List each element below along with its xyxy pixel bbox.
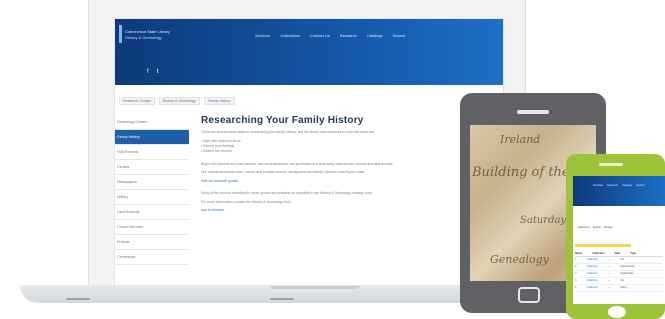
breadcrumb-item: Family History	[203, 97, 235, 105]
sidebar-item[interactable]: Census	[115, 160, 189, 175]
laptop-foot	[66, 298, 90, 300]
brand-logo-bar	[119, 25, 122, 43]
breadcrumb-item[interactable]: History & Genealogy	[158, 97, 200, 105]
social-links: f t	[147, 69, 158, 75]
body-paragraph: For more information, contact the Histor…	[201, 199, 291, 204]
phone-speaker	[599, 163, 623, 166]
breadcrumb: Research Guides History & Genealogy Fami…	[115, 97, 503, 105]
research-guides-link[interactable]: Visit our research guides	[201, 179, 501, 184]
cell-link[interactable]: Collection	[586, 264, 597, 270]
cell-link[interactable]: Collection	[586, 285, 597, 291]
site-header: Connecticut State Library History & Gene…	[115, 19, 503, 85]
cell: —	[607, 265, 611, 268]
phone-tab[interactable]: Browse	[604, 226, 613, 229]
steps-list: • Start with what you know • Record your…	[201, 139, 501, 154]
phone-nav-item[interactable]: Catalogs	[622, 184, 632, 187]
page-title: Researching Your Family History	[201, 115, 364, 126]
phone-tabs: Collections Search Browse	[577, 226, 613, 229]
cell: Manuscripts	[620, 265, 635, 268]
cell: Digital Files	[620, 272, 634, 275]
sidebar-item-active[interactable]: Family History	[115, 130, 189, 145]
table-row[interactable]: 5 Collection — Maps	[575, 285, 663, 292]
table-row[interactable]: 4 Collection — NA	[575, 278, 663, 285]
manuscript-line: Saturday	[520, 215, 567, 226]
column-header: Collection	[592, 252, 605, 255]
cell: Maps	[620, 286, 627, 289]
cell: —	[607, 258, 611, 261]
breadcrumb-item[interactable]: Research Guides	[119, 97, 155, 105]
nav-item-contact[interactable]: Contact Us	[310, 33, 330, 38]
phone-table: Name Collection Date Type 1 Collection —…	[575, 252, 663, 292]
nav-item-collections[interactable]: Collections	[280, 33, 300, 38]
cell: 1	[575, 258, 577, 261]
phone-home-button[interactable]	[608, 306, 626, 318]
brand-subtitle: History & Genealogy	[125, 35, 162, 40]
nav-item-catalogs[interactable]: Catalogs	[367, 33, 383, 38]
cell-link[interactable]: Collection	[586, 257, 597, 263]
manuscript-line: Ireland	[500, 133, 541, 146]
laptop-foot	[270, 298, 294, 300]
sidebar-item[interactable]: Probate	[115, 235, 189, 250]
laptop-screen: Connecticut State Library History & Gene…	[114, 18, 504, 286]
phone-nav-item[interactable]: Services	[593, 184, 603, 187]
phone-nav: Services Research Catalogs Search	[593, 184, 645, 187]
ask-librarian-link[interactable]: Ask a Librarian	[201, 208, 501, 213]
cell: —	[607, 272, 611, 275]
phone-tab[interactable]: Search	[593, 226, 601, 229]
cell: —	[607, 286, 611, 289]
table-row[interactable]: 3 Collection — Digital Files	[575, 271, 663, 278]
tablet-home-button[interactable]	[518, 287, 540, 303]
cell: 4	[575, 279, 577, 282]
column-header: Date	[614, 252, 621, 255]
column-header: Type	[630, 252, 637, 255]
phone-site-header: Services Research Catalogs Search	[573, 176, 665, 206]
sidebar: Genealogy Guides Family History Vital Re…	[115, 115, 189, 265]
cell: —	[607, 279, 611, 282]
sidebar-item[interactable]: Land Records	[115, 205, 189, 220]
cell-link[interactable]: Collection	[586, 278, 597, 284]
sidebar-item[interactable]: Vital Records	[115, 145, 189, 160]
cell: 2	[575, 265, 577, 268]
manuscript-line: Genealogy	[490, 253, 549, 266]
phone-nav-item[interactable]: Research	[607, 184, 618, 187]
main-content: Researching Your Family History There ar…	[201, 115, 501, 213]
phone-nav-item[interactable]: Search	[636, 184, 644, 187]
phone-highlight-bar	[575, 244, 631, 247]
cell: NA	[620, 279, 625, 282]
list-item: • Search the records	[201, 148, 232, 153]
intro-text: There are several basic steps in researc…	[201, 130, 376, 134]
body-paragraph: Our collections include town, church and…	[201, 170, 366, 174]
tablet-speaker	[517, 110, 549, 114]
sidebar-item[interactable]: Newspapers	[115, 175, 189, 190]
brand-title[interactable]: Connecticut State Library	[125, 29, 170, 34]
table-row[interactable]: 2 Collection — Manuscripts	[575, 264, 663, 271]
cell: 3	[575, 272, 577, 275]
nav-item-search[interactable]: Search	[393, 33, 406, 38]
main-nav: Services Collections Contact Us Research…	[255, 33, 405, 38]
cell-link[interactable]: Collection	[586, 271, 597, 277]
phone-screen: Services Research Catalogs Search Collec…	[573, 176, 665, 304]
nav-item-services[interactable]: Services	[255, 33, 270, 38]
sidebar-item[interactable]: Cemeteries	[115, 250, 189, 265]
phone-tab[interactable]: Collections	[577, 226, 590, 229]
body-paragraph: Begin with yourself and your parents, th…	[201, 161, 394, 166]
sidebar-item[interactable]: Genealogy Guides	[115, 115, 189, 130]
nav-item-research[interactable]: Research	[340, 33, 357, 38]
table-row[interactable]: 1 Collection — NA	[575, 257, 663, 264]
cell: 5	[575, 286, 577, 289]
cell: NA	[620, 258, 625, 261]
sidebar-item[interactable]: Military	[115, 190, 189, 205]
body-paragraph: Many of the records described in these g…	[201, 191, 373, 195]
twitter-icon[interactable]: t	[157, 69, 159, 75]
sidebar-item[interactable]: Church Records	[115, 220, 189, 235]
facebook-icon[interactable]: f	[147, 69, 149, 75]
column-header: Name	[575, 252, 583, 255]
